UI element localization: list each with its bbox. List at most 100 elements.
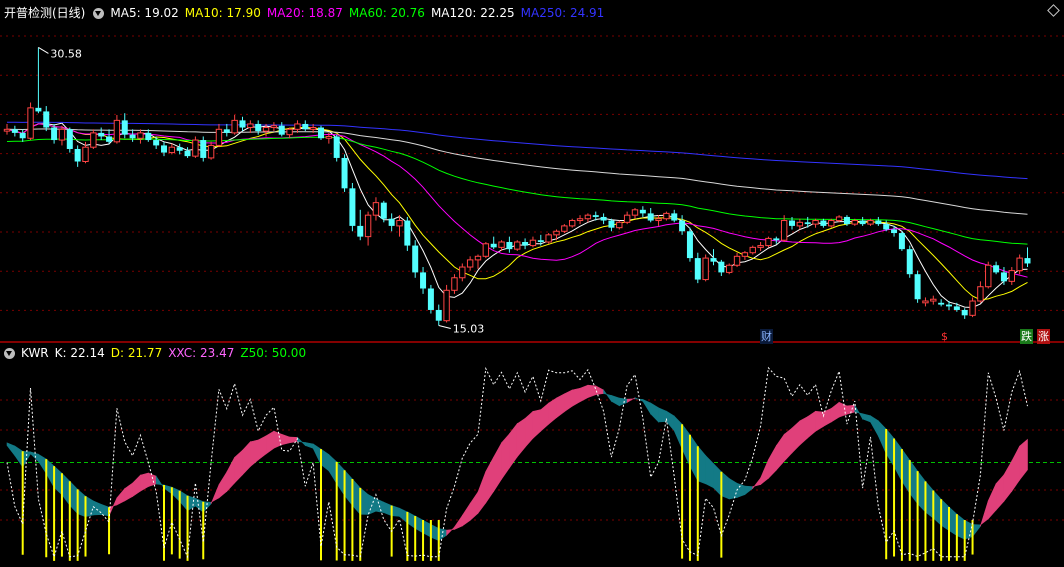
candle	[718, 259, 725, 276]
candle	[529, 236, 537, 248]
candle	[90, 129, 97, 149]
candle-body	[153, 140, 160, 146]
candle	[43, 106, 50, 132]
ribbon-segment	[870, 415, 879, 438]
candle-body	[506, 241, 513, 250]
candle	[333, 134, 340, 162]
ribbon-segment	[430, 523, 440, 541]
ribbon-segment	[14, 445, 23, 468]
ribbon-segment	[917, 470, 926, 513]
candle-body	[655, 218, 662, 222]
candle-body	[451, 277, 458, 291]
ribbon-segment	[619, 397, 628, 407]
candle	[255, 120, 262, 135]
ribbon-segment	[721, 471, 730, 500]
ribbon-segment	[650, 402, 659, 423]
financial-report-badge[interactable]: 财	[760, 329, 773, 344]
candle-body	[1000, 272, 1007, 282]
candle-body	[749, 246, 756, 254]
ribbon-segment	[469, 490, 479, 522]
candle	[977, 281, 984, 303]
candle-body	[58, 128, 66, 141]
candle	[985, 261, 992, 289]
ribbon-segment	[972, 524, 981, 538]
candle-body	[357, 225, 364, 237]
candle	[372, 197, 380, 221]
candle	[733, 252, 741, 268]
candle-body	[51, 127, 58, 141]
candle-body	[145, 132, 152, 141]
candle-body	[341, 157, 348, 189]
candle	[694, 252, 701, 284]
candle	[404, 216, 411, 251]
candle	[145, 129, 152, 142]
indicator-collapse-icon[interactable]	[4, 348, 15, 359]
candle	[412, 240, 419, 278]
candle-body	[576, 218, 584, 222]
candle-body	[435, 309, 442, 321]
ribbon-segment	[752, 477, 761, 490]
up-signal-badge[interactable]: 涨	[1037, 329, 1050, 344]
candle	[1008, 267, 1015, 285]
ribbon-segment	[799, 416, 808, 446]
candle-body	[90, 132, 97, 148]
candle	[459, 263, 466, 282]
ribbon-segment	[587, 384, 597, 399]
candle-body	[239, 120, 246, 128]
candle	[514, 240, 521, 251]
ribbon-segment	[689, 433, 699, 482]
ribbon-segment	[257, 435, 267, 461]
ribbon-segment	[391, 505, 400, 517]
candle	[938, 299, 945, 307]
chart-canvas[interactable]: 30.58 15.03	[0, 0, 1064, 567]
candle	[27, 102, 34, 141]
d-label: D: 21.77	[110, 346, 163, 360]
candle-body	[631, 209, 639, 216]
candle-body	[553, 230, 560, 236]
kwr-bars	[21, 424, 974, 561]
ribbon-segment	[948, 506, 958, 537]
ribbon-segment	[352, 478, 361, 516]
candle-body	[608, 220, 615, 228]
ribbon-segment	[61, 472, 71, 507]
down-signal-badge[interactable]: 跌	[1020, 329, 1033, 344]
ribbon-segment	[736, 482, 746, 498]
ribbon-segment	[30, 451, 39, 463]
candlesticks[interactable]	[3, 47, 1031, 326]
candle-body	[529, 239, 537, 247]
dividend-badge[interactable]: $	[940, 329, 949, 344]
ribbon-segment	[195, 497, 204, 513]
candle-body	[129, 134, 136, 139]
expand-icon[interactable]	[1048, 5, 1058, 15]
ribbon-segment	[626, 397, 636, 403]
candle	[914, 270, 921, 303]
candle-body	[694, 258, 701, 280]
ribbon-segment	[642, 398, 651, 415]
ribbon-segment	[760, 459, 769, 486]
ma20-label: MA20: 18.87	[266, 6, 343, 20]
candle	[1024, 247, 1031, 268]
candle	[545, 233, 552, 244]
candle	[859, 216, 866, 226]
candle-body	[231, 119, 238, 134]
candle-body	[584, 214, 592, 220]
ribbon-segment	[45, 458, 55, 489]
candle-body	[812, 220, 819, 225]
ribbon-segment	[681, 423, 691, 467]
candle	[176, 143, 183, 155]
xxc-label: XXC: 23.47	[168, 346, 235, 360]
candle-body	[207, 144, 215, 159]
candle	[961, 308, 968, 319]
candle-body	[796, 221, 804, 227]
candle-body	[938, 302, 945, 305]
ribbon-segment	[163, 484, 173, 495]
candle-body	[765, 237, 772, 247]
candle-body	[686, 231, 693, 259]
candle-body	[11, 129, 18, 133]
candle	[427, 284, 434, 314]
candle	[341, 154, 348, 192]
candle	[200, 136, 207, 162]
ribbon-segment	[375, 498, 385, 513]
ribbon-segment	[265, 430, 275, 455]
collapse-icon[interactable]	[93, 8, 105, 19]
